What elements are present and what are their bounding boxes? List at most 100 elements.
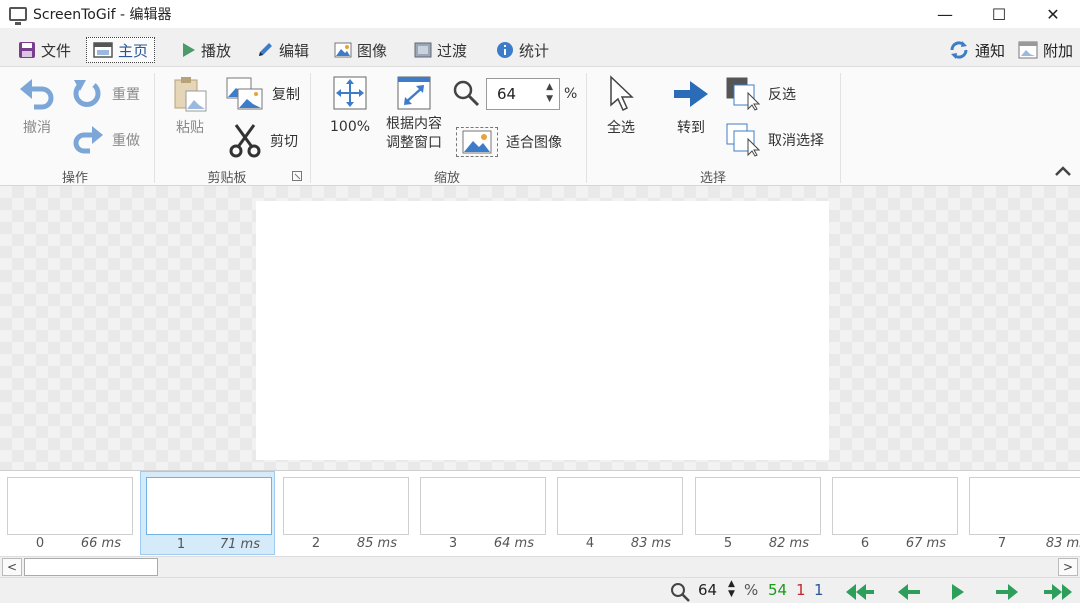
frame-item[interactable]: 5 82 ms	[688, 471, 823, 555]
scroll-right-button[interactable]: >	[1058, 558, 1078, 576]
frame-number: 7	[997, 536, 1007, 551]
zoom-input[interactable]: 64 ▲ ▼	[486, 78, 560, 110]
deselect-button[interactable]: 取消选择	[726, 123, 824, 157]
frame-duration: 82 ms	[768, 536, 809, 551]
deselect-label: 取消选择	[768, 133, 824, 149]
frame-preview[interactable]	[256, 201, 829, 460]
magnifier-icon	[671, 583, 690, 602]
zoom-percent: %	[564, 86, 577, 102]
tab-home[interactable]: 主页	[86, 37, 156, 63]
scroll-left-button[interactable]: <	[2, 558, 22, 576]
undo-button[interactable]: 撤消	[18, 75, 56, 137]
image-icon	[334, 42, 352, 58]
paste-button[interactable]: 粘贴	[172, 75, 208, 137]
go-to-button[interactable]: 转到	[672, 77, 710, 137]
frame-duration: 85 ms	[356, 536, 397, 551]
minimize-button[interactable]: —	[918, 0, 972, 28]
save-icon	[19, 42, 35, 58]
ribbon: 撤消 重置 重做 操作 粘贴 复制 剪切 剪贴板 100% 根据内容 调整窗口	[0, 66, 1080, 186]
tab-transition[interactable]: 过渡	[408, 37, 473, 63]
chevron-down-icon[interactable]: ▼	[546, 93, 553, 105]
fit-image-icon	[462, 130, 492, 154]
title-bar: ScreenToGif - 编辑器 — ☐ ✕	[0, 0, 1080, 28]
copy-button[interactable]: 复制	[226, 77, 300, 111]
frame-thumbnail	[557, 477, 683, 535]
tab-file[interactable]: 文件	[12, 37, 77, 63]
cut-label: 剪切	[270, 134, 298, 150]
clipboard-launcher[interactable]	[292, 171, 302, 181]
frame-strip-scrollbar[interactable]: < >	[0, 556, 1080, 576]
go-to-label: 转到	[677, 120, 705, 136]
frame-item[interactable]: 1 71 ms	[140, 471, 275, 555]
copy-label: 复制	[272, 87, 300, 103]
redo-button[interactable]: 重做	[70, 123, 140, 157]
group-label-zoom: 缩放	[433, 171, 460, 186]
play-icon	[183, 43, 195, 57]
deselect-icon	[726, 123, 760, 157]
frame-number: 1	[176, 537, 186, 552]
frame-item[interactable]: 7 83 ms	[962, 471, 1080, 555]
frame-duration: 83 ms	[630, 536, 671, 551]
frame-thumbnail	[146, 477, 272, 535]
fit-window-icon	[397, 76, 431, 110]
status-percent: %	[744, 581, 759, 599]
expand-icon	[333, 76, 367, 110]
attach-button[interactable]: 附加	[1012, 37, 1079, 63]
invert-selection-icon	[726, 77, 760, 111]
group-divider	[586, 73, 587, 183]
frame-item[interactable]: 0 66 ms	[0, 471, 135, 555]
reset-label: 重置	[112, 87, 140, 103]
paste-icon	[174, 77, 207, 112]
cut-button[interactable]: 剪切	[228, 123, 298, 159]
frame-item[interactable]: 3 64 ms	[413, 471, 548, 555]
maximize-button[interactable]: ☐	[972, 0, 1026, 28]
copy-icon	[226, 77, 263, 110]
frame-thumbnail	[7, 477, 133, 535]
frame-item[interactable]: 6 67 ms	[825, 471, 960, 555]
status-zoom-stepper[interactable]: ▲ ▼	[728, 579, 735, 599]
editor-canvas-area[interactable]	[0, 186, 1080, 470]
select-all-button[interactable]: 全选	[606, 75, 636, 137]
last-frame-button[interactable]	[1042, 583, 1074, 601]
chevron-up-icon[interactable]: ▲	[546, 81, 553, 93]
play-button[interactable]	[950, 583, 966, 601]
group-divider	[840, 73, 841, 183]
select-all-label: 全选	[607, 120, 635, 136]
arrow-right-icon	[674, 81, 708, 107]
invert-selection-button[interactable]: 反选	[726, 77, 796, 111]
first-frame-button[interactable]	[844, 583, 876, 601]
pencil-icon	[259, 43, 272, 56]
zoom-100-button[interactable]: 100%	[330, 75, 370, 135]
previous-frame-button[interactable]	[896, 583, 922, 601]
frame-item[interactable]: 2 85 ms	[276, 471, 411, 555]
zoom-value: 64	[497, 85, 517, 103]
frame-thumbnail	[969, 477, 1080, 535]
close-button[interactable]: ✕	[1026, 0, 1080, 28]
collapse-ribbon-button[interactable]	[1054, 165, 1072, 181]
frame-number: 0	[35, 536, 45, 551]
tab-image[interactable]: 图像	[328, 37, 393, 63]
fit-window-button[interactable]: 根据内容 调整窗口	[386, 75, 442, 153]
tab-statistics[interactable]: 统计	[490, 37, 555, 63]
frame-item[interactable]: 4 83 ms	[550, 471, 685, 555]
scrollbar-thumb[interactable]	[24, 558, 158, 576]
frame-duration: 64 ms	[493, 536, 534, 551]
fit-window-label: 根据内容 调整窗口	[386, 115, 442, 153]
reset-button[interactable]: 重置	[70, 77, 140, 111]
tab-play[interactable]: 播放	[176, 37, 237, 63]
dialog-launcher-icon	[292, 171, 302, 181]
zoom-magnifier	[452, 79, 480, 107]
window-controls: — ☐ ✕	[918, 0, 1080, 28]
invert-selection-label: 反选	[768, 87, 796, 103]
attach-label: 附加	[1043, 41, 1074, 60]
tab-edit[interactable]: 编辑	[250, 37, 315, 63]
next-frame-button[interactable]	[994, 583, 1020, 601]
redo-label: 重做	[112, 133, 140, 149]
status-zoom-value[interactable]: 64	[698, 581, 717, 599]
fit-image-button[interactable]: 适合图像	[456, 127, 562, 157]
percent-label: %	[564, 86, 578, 102]
frame-strip[interactable]: 0 66 ms 1 71 ms 2 85 ms 3 64 ms 4 83 ms …	[0, 470, 1080, 556]
tab-label: 过渡	[437, 41, 468, 60]
notify-button[interactable]: 通知	[942, 37, 1011, 63]
zoom-stepper[interactable]: ▲ ▼	[546, 81, 553, 105]
